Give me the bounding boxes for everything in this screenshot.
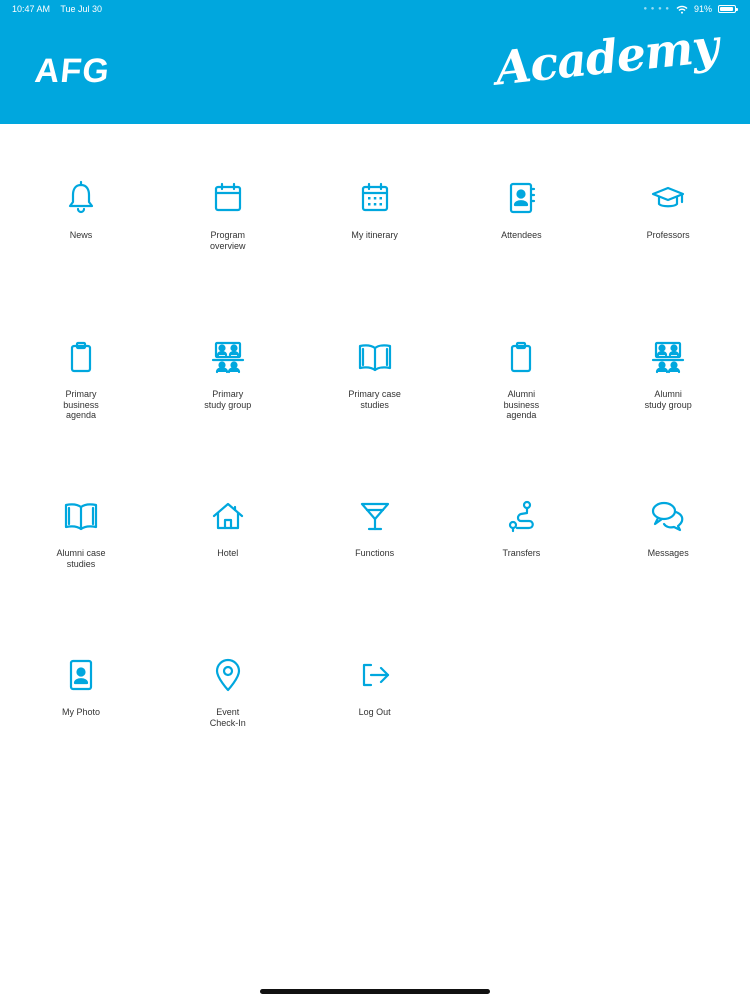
open-book-icon [355,337,395,377]
menu-item-alumni-study-group[interactable]: Alumni study group [595,337,741,457]
menu-item-label: Event Check-In [209,707,246,728]
battery-icon [718,5,738,13]
chat-bubbles-icon [648,496,688,536]
menu-item-label: Log Out [358,707,391,717]
app-header: 10:47 AM Tue Jul 30 ● ● ● ● 91% AFG Acad… [0,0,750,124]
map-pin-icon [208,655,248,695]
menu-item-alumni-business-agenda[interactable]: Alumni business agenda [448,337,594,457]
menu-item-label: Professors [646,230,690,240]
menu-item-label: Primary case studies [348,389,401,410]
calendar-grid-icon [355,178,395,218]
menu-item-event-check-in[interactable]: Event Check-In [155,655,301,775]
menu-item-label: Alumni business agenda [503,389,540,420]
status-date: Tue Jul 30 [60,4,103,14]
calendar-icon [208,178,248,218]
house-icon [208,496,248,536]
menu-item-primary-business-agenda[interactable]: Primary business agenda [8,337,154,457]
menu-item-label: Hotel [217,548,239,558]
cellular-icon: ● ● ● ● [643,6,670,12]
menu-item-label: My itinerary [351,230,398,240]
route-icon [501,496,541,536]
open-book-icon [61,496,101,536]
menu-item-label: Alumni case studies [56,548,106,569]
menu-item-functions[interactable]: Functions [302,496,448,616]
cocktail-glass-icon [355,496,395,536]
menu-item-label: Primary business agenda [63,389,99,420]
menu-item-label: Primary study group [204,389,252,410]
menu-item-label: Alumni study group [644,389,692,410]
study-group-icon [648,337,688,377]
menu-item-primary-case-studies[interactable]: Primary case studies [302,337,448,457]
menu-item-label: Transfers [502,548,541,558]
menu-item-label: Functions [355,548,395,558]
logout-icon [355,655,395,695]
menu-item-messages[interactable]: Messages [595,496,741,616]
menu-item-my-itinerary[interactable]: My itinerary [302,178,448,298]
clipboard-icon [501,337,541,377]
menu-item-label: My Photo [61,707,101,717]
menu-item-hotel[interactable]: Hotel [155,496,301,616]
home-indicator[interactable] [260,989,490,994]
id-photo-icon [61,655,101,695]
bell-icon [61,178,101,218]
menu-item-primary-study-group[interactable]: Primary study group [155,337,301,457]
menu-item-my-photo[interactable]: My Photo [8,655,154,775]
menu-item-news[interactable]: News [8,178,154,298]
afg-logo: AFG [33,52,112,90]
menu-item-label: Program overview [210,230,246,251]
contact-book-icon [501,178,541,218]
menu-item-program-overview[interactable]: Program overview [155,178,301,298]
status-bar: 10:47 AM Tue Jul 30 ● ● ● ● 91% [0,0,750,18]
study-group-icon [208,337,248,377]
menu-item-label: Attendees [501,230,542,240]
menu-item-attendees[interactable]: Attendees [448,178,594,298]
clipboard-icon [61,337,101,377]
menu-item-label: News [69,230,93,240]
menu-item-label: Messages [647,548,689,558]
status-time: 10:47 AM [12,4,51,14]
menu-item-log-out[interactable]: Log Out [302,655,448,775]
graduation-cap-icon [648,178,688,218]
menu-item-professors[interactable]: Professors [595,178,741,298]
menu-item-transfers[interactable]: Transfers [448,496,594,616]
wifi-icon [676,5,688,14]
academy-title: Academy [492,18,721,96]
menu-item-alumni-case-studies[interactable]: Alumni case studies [8,496,154,616]
battery-percent: 91% [693,4,712,14]
